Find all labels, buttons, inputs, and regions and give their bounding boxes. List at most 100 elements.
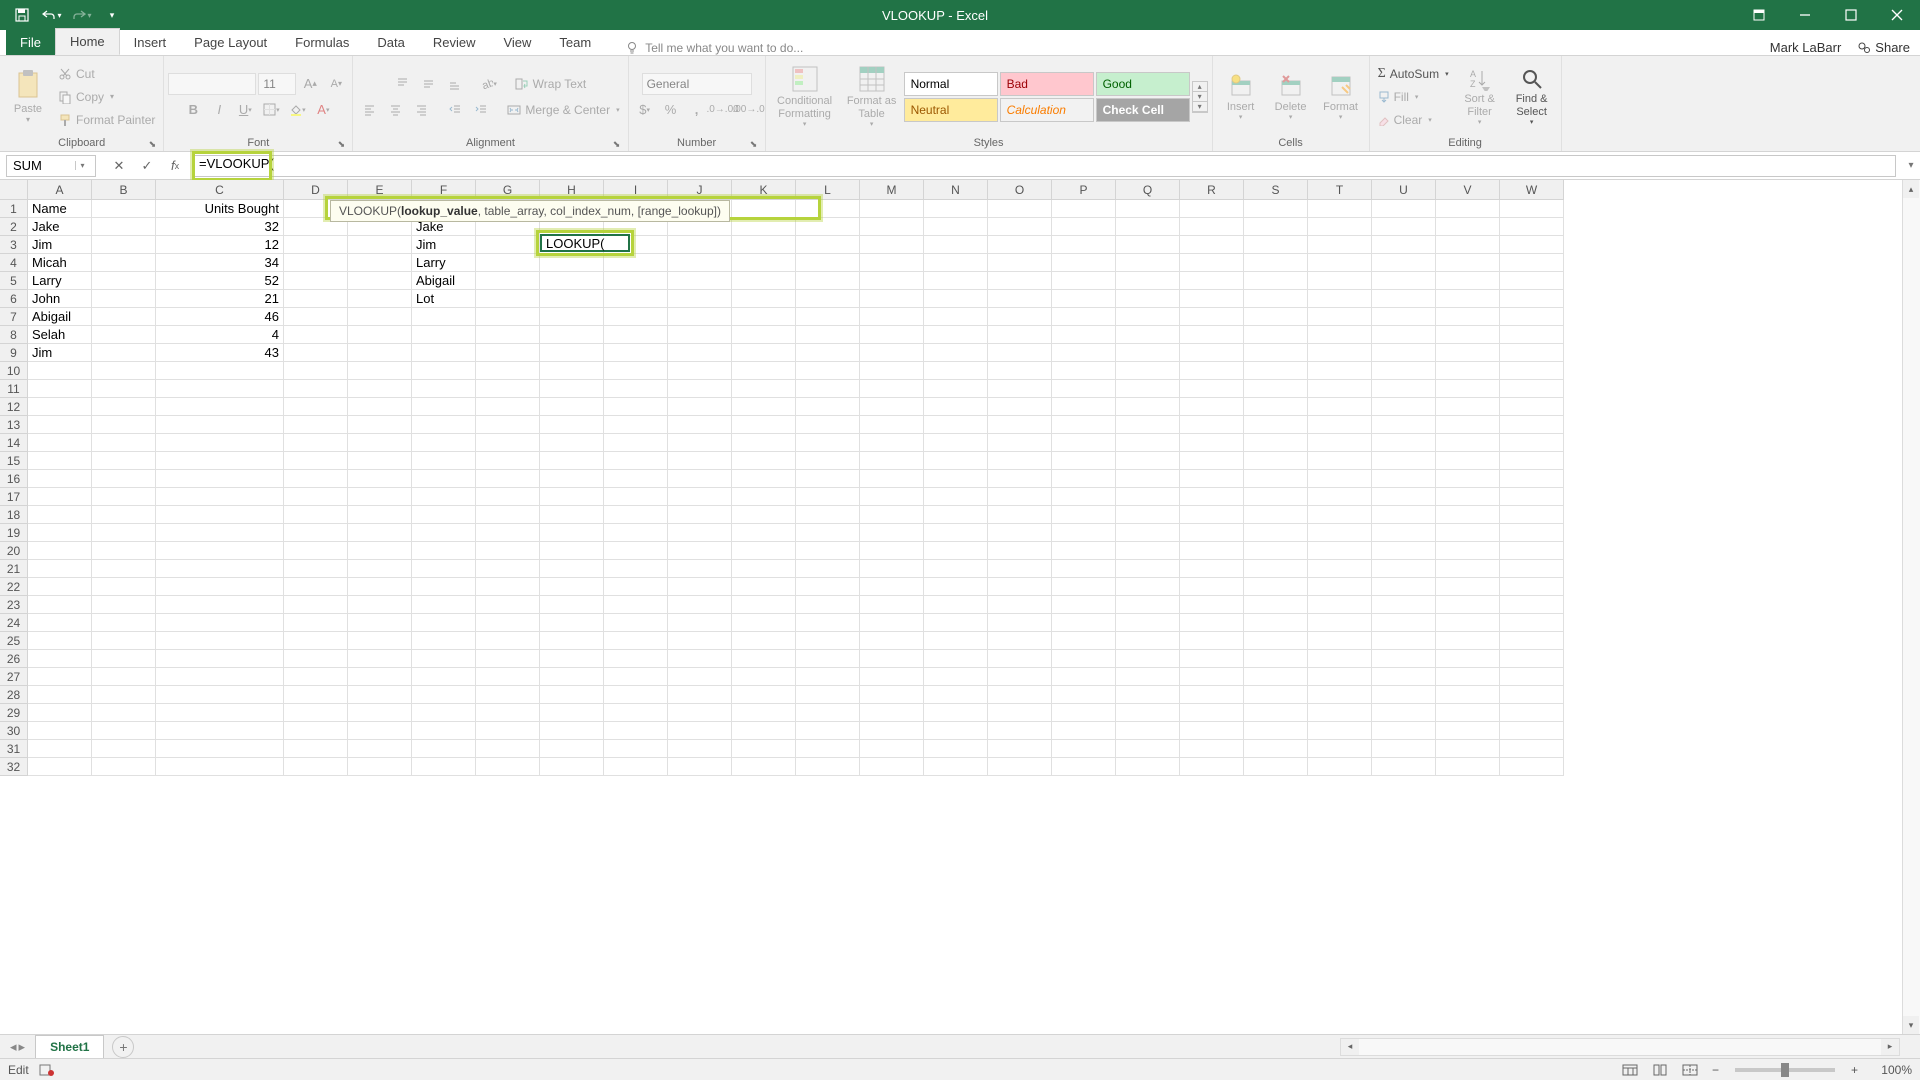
cell-K21[interactable] bbox=[732, 560, 796, 578]
cell-O7[interactable] bbox=[988, 308, 1052, 326]
cell-R30[interactable] bbox=[1180, 722, 1244, 740]
cell-P12[interactable] bbox=[1052, 398, 1116, 416]
cell-C2[interactable]: 32 bbox=[156, 218, 284, 236]
cell-B27[interactable] bbox=[92, 668, 156, 686]
cell-U2[interactable] bbox=[1372, 218, 1436, 236]
cell-S18[interactable] bbox=[1244, 506, 1308, 524]
cell-B5[interactable] bbox=[92, 272, 156, 290]
enter-formula-button[interactable]: ✓ bbox=[134, 155, 160, 177]
cell-P24[interactable] bbox=[1052, 614, 1116, 632]
cut-button[interactable]: Cut bbox=[54, 63, 159, 85]
cell-K25[interactable] bbox=[732, 632, 796, 650]
cell-L9[interactable] bbox=[796, 344, 860, 362]
cell-B13[interactable] bbox=[92, 416, 156, 434]
increase-indent-button[interactable] bbox=[469, 99, 493, 121]
cell-W4[interactable] bbox=[1500, 254, 1564, 272]
cell-D26[interactable] bbox=[284, 650, 348, 668]
clipboard-launcher[interactable]: ⬊ bbox=[147, 139, 157, 149]
cell-V13[interactable] bbox=[1436, 416, 1500, 434]
cell-Q30[interactable] bbox=[1116, 722, 1180, 740]
cell-O16[interactable] bbox=[988, 470, 1052, 488]
cell-K28[interactable] bbox=[732, 686, 796, 704]
expand-formula-bar[interactable]: ▾ bbox=[1902, 160, 1920, 171]
cell-K32[interactable] bbox=[732, 758, 796, 776]
cell-K15[interactable] bbox=[732, 452, 796, 470]
cell-G26[interactable] bbox=[476, 650, 540, 668]
increase-font-button[interactable]: A▴ bbox=[298, 73, 322, 95]
cell-H16[interactable] bbox=[540, 470, 604, 488]
cell-S32[interactable] bbox=[1244, 758, 1308, 776]
cell-C10[interactable] bbox=[156, 362, 284, 380]
cell-D32[interactable] bbox=[284, 758, 348, 776]
cell-I6[interactable] bbox=[604, 290, 668, 308]
cell-U15[interactable] bbox=[1372, 452, 1436, 470]
column-header-S[interactable]: S bbox=[1244, 180, 1308, 200]
cell-S12[interactable] bbox=[1244, 398, 1308, 416]
cell-P23[interactable] bbox=[1052, 596, 1116, 614]
cell-S27[interactable] bbox=[1244, 668, 1308, 686]
cell-D12[interactable] bbox=[284, 398, 348, 416]
cell-R14[interactable] bbox=[1180, 434, 1244, 452]
cell-H32[interactable] bbox=[540, 758, 604, 776]
row-header-16[interactable]: 16 bbox=[0, 470, 28, 488]
cell-H28[interactable] bbox=[540, 686, 604, 704]
font-size-select[interactable] bbox=[258, 73, 296, 95]
cell-Q6[interactable] bbox=[1116, 290, 1180, 308]
scroll-right-button[interactable]: ▸ bbox=[1881, 1039, 1899, 1055]
cell-F20[interactable] bbox=[412, 542, 476, 560]
cell-C7[interactable]: 46 bbox=[156, 308, 284, 326]
cell-K10[interactable] bbox=[732, 362, 796, 380]
cell-U31[interactable] bbox=[1372, 740, 1436, 758]
cell-O25[interactable] bbox=[988, 632, 1052, 650]
cell-M2[interactable] bbox=[860, 218, 924, 236]
cell-S23[interactable] bbox=[1244, 596, 1308, 614]
format-painter-button[interactable]: Format Painter bbox=[54, 109, 159, 131]
cell-G25[interactable] bbox=[476, 632, 540, 650]
cell-L5[interactable] bbox=[796, 272, 860, 290]
cell-J20[interactable] bbox=[668, 542, 732, 560]
cell-D24[interactable] bbox=[284, 614, 348, 632]
cell-L25[interactable] bbox=[796, 632, 860, 650]
cell-W19[interactable] bbox=[1500, 524, 1564, 542]
cell-I24[interactable] bbox=[604, 614, 668, 632]
number-launcher[interactable]: ⬊ bbox=[749, 139, 759, 149]
cell-V6[interactable] bbox=[1436, 290, 1500, 308]
cell-I9[interactable] bbox=[604, 344, 668, 362]
cell-J19[interactable] bbox=[668, 524, 732, 542]
cell-D17[interactable] bbox=[284, 488, 348, 506]
cell-T17[interactable] bbox=[1308, 488, 1372, 506]
cell-A19[interactable] bbox=[28, 524, 92, 542]
align-top-button[interactable] bbox=[391, 73, 415, 95]
cell-B6[interactable] bbox=[92, 290, 156, 308]
column-header-K[interactable]: K bbox=[732, 180, 796, 200]
cell-P31[interactable] bbox=[1052, 740, 1116, 758]
cell-U25[interactable] bbox=[1372, 632, 1436, 650]
column-header-C[interactable]: C bbox=[156, 180, 284, 200]
row-header-23[interactable]: 23 bbox=[0, 596, 28, 614]
cell-I26[interactable] bbox=[604, 650, 668, 668]
cell-G10[interactable] bbox=[476, 362, 540, 380]
cell-U14[interactable] bbox=[1372, 434, 1436, 452]
cell-F7[interactable] bbox=[412, 308, 476, 326]
cell-A4[interactable]: Micah bbox=[28, 254, 92, 272]
cell-R3[interactable] bbox=[1180, 236, 1244, 254]
cell-J8[interactable] bbox=[668, 326, 732, 344]
cell-N15[interactable] bbox=[924, 452, 988, 470]
cell-C23[interactable] bbox=[156, 596, 284, 614]
cell-L14[interactable] bbox=[796, 434, 860, 452]
cell-L3[interactable] bbox=[796, 236, 860, 254]
cell-B29[interactable] bbox=[92, 704, 156, 722]
cell-E24[interactable] bbox=[348, 614, 412, 632]
cell-D31[interactable] bbox=[284, 740, 348, 758]
formula-input[interactable]: =VLOOKUP( bbox=[192, 155, 1896, 177]
cell-C24[interactable] bbox=[156, 614, 284, 632]
tab-page-layout[interactable]: Page Layout bbox=[180, 30, 281, 55]
cell-W27[interactable] bbox=[1500, 668, 1564, 686]
cell-P20[interactable] bbox=[1052, 542, 1116, 560]
cell-F24[interactable] bbox=[412, 614, 476, 632]
cell-H24[interactable] bbox=[540, 614, 604, 632]
sheet-nav-prev[interactable]: ◂ bbox=[10, 1039, 17, 1055]
cell-Q8[interactable] bbox=[1116, 326, 1180, 344]
column-header-I[interactable]: I bbox=[604, 180, 668, 200]
cell-L24[interactable] bbox=[796, 614, 860, 632]
